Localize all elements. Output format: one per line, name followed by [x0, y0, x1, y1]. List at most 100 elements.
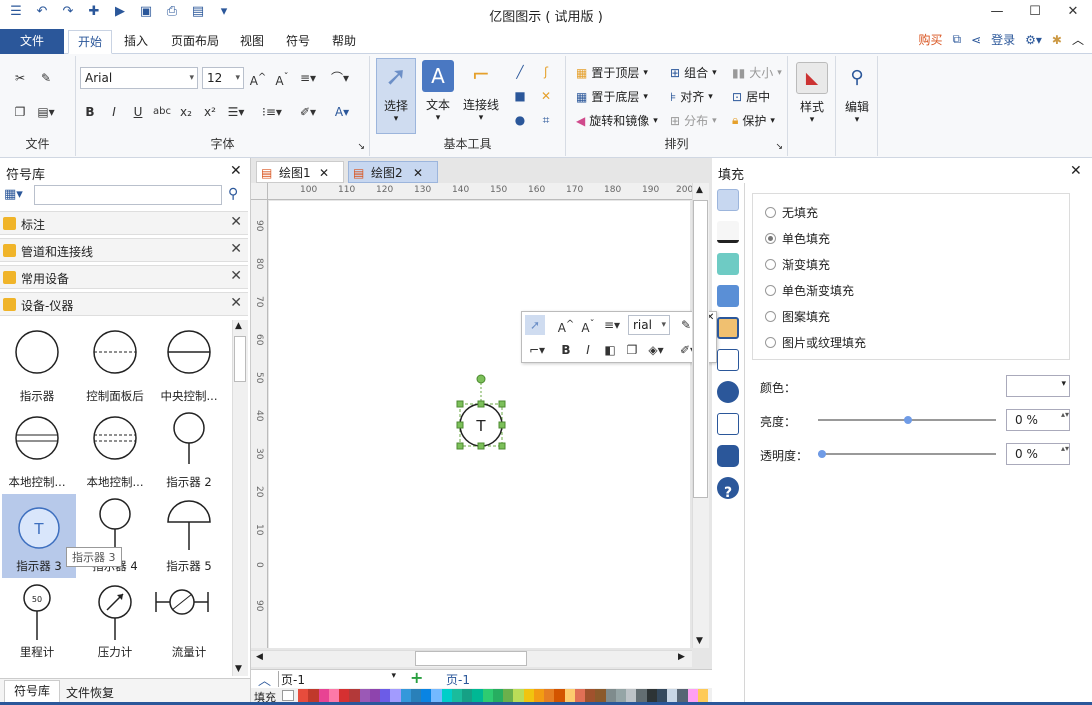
page-properties-icon[interactable]	[717, 349, 739, 371]
tab-file-recovery[interactable]: 文件恢复	[66, 684, 114, 701]
superscript-icon[interactable]: x²	[200, 102, 220, 122]
symbol-indicator-5[interactable]: 指示器 5	[154, 494, 224, 578]
font-color-icon[interactable]: A▾	[332, 102, 352, 122]
option-gradient-fill[interactable]: 渐变填充	[765, 256, 830, 273]
page-bar-collapse-icon[interactable]: ︿	[258, 670, 271, 689]
connector-tool-button[interactable]: ⌐ 连接线 ▾	[458, 58, 504, 123]
select-tool-button[interactable]: ➚ 选择 ▾	[376, 58, 416, 134]
doc-tab-close-icon[interactable]: ✕	[319, 162, 329, 184]
tab-symbol-library[interactable]: 符号库	[4, 680, 60, 703]
tab-help[interactable]: 帮助	[324, 30, 364, 54]
brightness-slider-thumb[interactable]	[904, 416, 912, 424]
globe-icon[interactable]	[717, 381, 739, 403]
text-tool-button[interactable]: A 文本 ▾	[418, 58, 458, 123]
option-picture-fill[interactable]: 图片或纹理填充	[765, 334, 866, 351]
transparency-slider-track[interactable]	[818, 453, 996, 455]
layer-tab-icon[interactable]	[717, 317, 739, 339]
no-fill-swatch[interactable]	[282, 690, 294, 701]
rotate-mirror-button[interactable]: ◀ 旋转和镜像 ▾	[576, 112, 658, 129]
share-icon[interactable]: ⋖	[971, 33, 981, 47]
mini-italic-icon[interactable]: I	[578, 340, 598, 360]
symbol-local-control-1[interactable]: 本地控制...	[2, 410, 72, 494]
library-category-instruments[interactable]: 设备-仪器 ✕	[0, 292, 248, 316]
shrink-font-icon[interactable]: Aˇ	[272, 68, 292, 88]
canvas-scroll-left-icon[interactable]: ◀	[256, 652, 263, 662]
fill-tab-icon[interactable]	[717, 189, 739, 211]
center-button[interactable]: ⊡ 居中	[732, 88, 770, 105]
search-icon[interactable]: ⚲	[228, 186, 238, 202]
canvas-horizontal-scrollbar-thumb[interactable]	[415, 651, 527, 666]
crop-icon[interactable]: ⌗	[536, 110, 556, 130]
login-link[interactable]: 登录	[991, 31, 1015, 48]
category-close-icon[interactable]: ✕	[230, 295, 242, 311]
minimize-icon[interactable]: —	[978, 0, 1016, 24]
add-page-icon[interactable]: +	[410, 668, 423, 687]
scroll-down-icon[interactable]: ▼	[235, 664, 242, 674]
symbol-indicator-2[interactable]: 指示器 2	[154, 410, 224, 494]
grow-font-icon[interactable]: A^	[248, 68, 268, 88]
close-icon[interactable]: ✕	[1054, 0, 1092, 24]
symbol-pressure-gauge[interactable]: 压力计	[80, 580, 150, 664]
bring-front-button[interactable]: ▦ 置于顶层 ▾	[576, 64, 648, 81]
attachment-icon[interactable]	[717, 413, 739, 435]
option-pattern-fill[interactable]: 图案填充	[765, 308, 830, 325]
symbol-panel-rear[interactable]: 控制面板后	[80, 324, 150, 408]
symbol-indicator[interactable]: 指示器	[2, 324, 72, 408]
distribute-button[interactable]: ⊞ 分布 ▾	[670, 112, 717, 129]
mini-font-combo[interactable]: rial	[628, 315, 670, 335]
option-single-gradient-fill[interactable]: 单色渐变填充	[765, 282, 854, 299]
library-close-icon[interactable]: ✕	[230, 163, 242, 179]
canvas-vertical-scrollbar-thumb[interactable]	[693, 200, 708, 498]
settings-gear-icon[interactable]: ⚙▾	[1025, 33, 1042, 47]
maximize-icon[interactable]: ☐	[1016, 0, 1054, 24]
mini-shrink-font-icon[interactable]: Aˇ	[578, 315, 598, 335]
canvas-scroll-up-icon[interactable]: ▲	[696, 185, 703, 195]
category-close-icon[interactable]: ✕	[230, 268, 242, 284]
line-tab-icon[interactable]	[717, 221, 739, 243]
category-close-icon[interactable]: ✕	[230, 214, 242, 230]
strikethrough-icon[interactable]: abc	[152, 102, 172, 122]
edit-button[interactable]: ⚲ 编辑 ▾	[837, 60, 877, 125]
mini-pointer-icon[interactable]: ➚	[525, 315, 545, 335]
symbol-central-control[interactable]: 中央控制...	[154, 324, 224, 408]
bullets-icon[interactable]: ⁝≡▾	[262, 102, 282, 122]
tab-home[interactable]: 开始	[68, 30, 112, 54]
buy-link[interactable]: 购买	[918, 31, 942, 48]
line-shape-icon[interactable]: ╱	[510, 62, 530, 82]
mini-send-back-icon[interactable]: ❐	[622, 340, 642, 360]
subscript-icon[interactable]: x₂	[176, 102, 196, 122]
scroll-up-icon[interactable]: ▲	[235, 321, 242, 331]
tab-insert[interactable]: 插入	[116, 30, 156, 54]
protect-button[interactable]: 🔒︎ 保护 ▾	[732, 112, 775, 129]
library-grid-icon[interactable]: ▦▾	[4, 187, 23, 202]
collapse-ribbon-icon[interactable]: ︿	[1072, 31, 1084, 48]
color-palette[interactable]	[298, 689, 708, 702]
font-size-combo[interactable]: 12	[202, 67, 244, 89]
category-close-icon[interactable]: ✕	[230, 241, 242, 257]
mini-bold-icon[interactable]: B	[556, 340, 576, 360]
library-search-input[interactable]	[34, 185, 222, 205]
paste-icon[interactable]: ▤▾	[36, 102, 56, 122]
symbol-odometer[interactable]: 50 里程计	[2, 580, 72, 664]
brightness-input[interactable]: 0 %	[1006, 409, 1070, 431]
align-button[interactable]: ⊧ 对齐 ▾	[670, 88, 713, 105]
image-tab-icon[interactable]	[717, 285, 739, 307]
text-align-icon[interactable]: ≡▾	[298, 68, 318, 88]
library-scrollbar-thumb[interactable]	[234, 336, 246, 382]
tab-symbol[interactable]: 符号	[278, 30, 318, 54]
canvas-scroll-down-icon[interactable]: ▼	[696, 636, 703, 646]
bold-icon[interactable]: B	[80, 102, 100, 122]
selected-shape-indicator[interactable]: T	[450, 370, 514, 454]
theme-icon[interactable]: ✱	[1052, 33, 1062, 47]
tab-layout[interactable]: 页面布局	[164, 30, 226, 54]
doc-tab-close-icon[interactable]: ✕	[413, 162, 423, 184]
option-solid-fill[interactable]: 单色填充	[765, 230, 830, 247]
library-category-common-equipment[interactable]: 常用设备 ✕	[0, 265, 248, 289]
comment-icon[interactable]	[717, 445, 739, 467]
format-painter-icon[interactable]: ✎	[36, 68, 56, 88]
symbol-indicator-3[interactable]: T 指示器 3	[2, 494, 76, 578]
mini-fill-icon[interactable]: ◈▾	[646, 340, 666, 360]
text-curve-icon[interactable]: ⌒▾	[330, 68, 350, 88]
underline-icon[interactable]: U	[128, 102, 148, 122]
share-screen-icon[interactable]: ⧉	[952, 32, 961, 47]
